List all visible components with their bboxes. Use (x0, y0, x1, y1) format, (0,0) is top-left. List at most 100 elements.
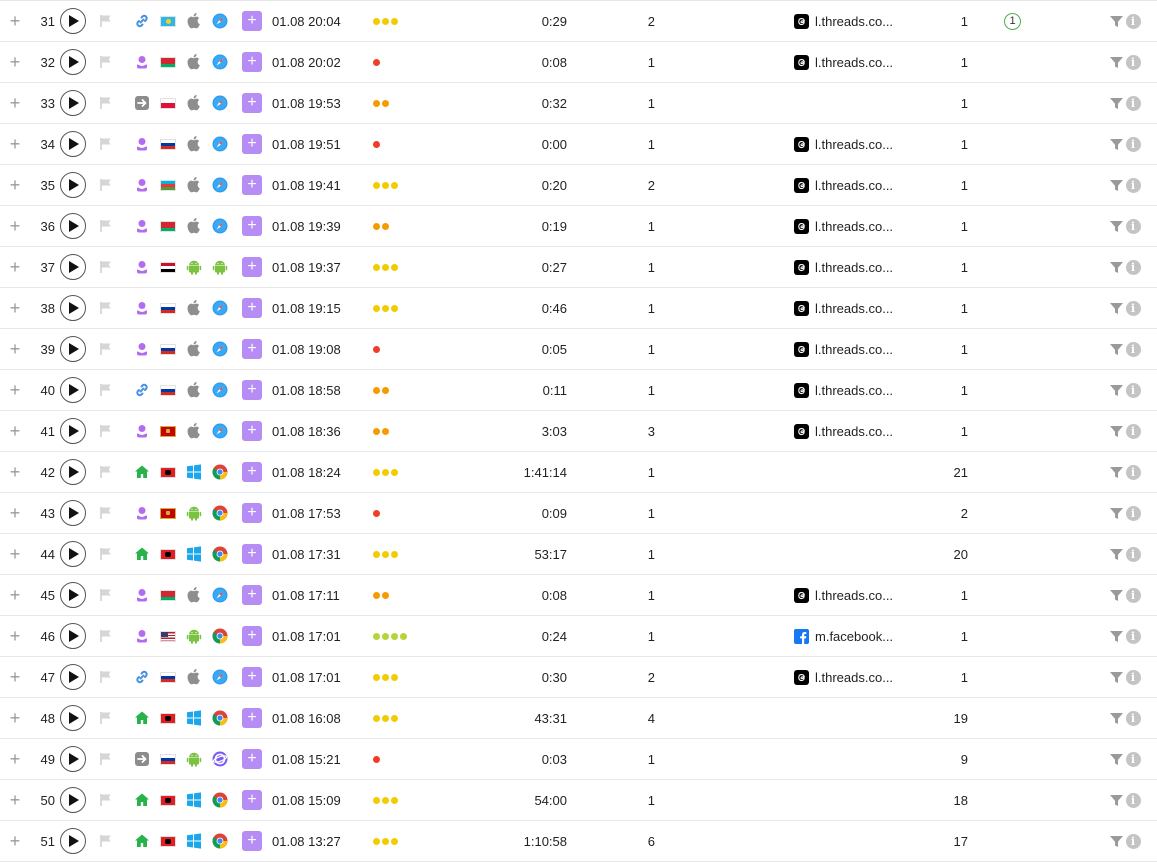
flag-marker-icon[interactable] (98, 780, 114, 820)
expand-plus-icon[interactable]: + (8, 247, 22, 287)
expand-plus-icon[interactable]: + (8, 370, 22, 410)
expand-plus-icon[interactable]: + (8, 616, 22, 656)
table-row[interactable]: +36 +01.08 19:39 0:19 1 l.threads.co... 1 i (0, 206, 1157, 247)
play-recording-button[interactable] (60, 377, 86, 403)
add-button[interactable]: + (242, 462, 262, 482)
filter-icon[interactable] (1109, 83, 1123, 123)
table-row[interactable]: +48 +01.08 16:08 43:31 4 19 i (0, 698, 1157, 739)
info-icon[interactable]: i (1125, 546, 1141, 562)
table-row[interactable]: +45 +01.08 17:11 0:08 1 l.threads.co... 1 i (0, 575, 1157, 616)
table-row[interactable]: +32 +01.08 20:02 0:08 1 l.threads.co... 1 i (0, 42, 1157, 83)
add-button[interactable]: + (242, 790, 262, 810)
info-icon[interactable]: i (1125, 95, 1141, 111)
flag-marker-icon[interactable] (98, 42, 114, 82)
referrer-link[interactable]: l.threads.co... (794, 1, 914, 41)
info-icon[interactable]: i (1125, 13, 1141, 29)
filter-icon[interactable] (1109, 493, 1123, 533)
table-row[interactable]: +49 +01.08 15:21 0:03 1 9 i (0, 739, 1157, 780)
table-row[interactable]: +37 +01.08 19:37 0:27 1 l.threads.co... 1 i (0, 247, 1157, 288)
play-recording-button[interactable] (60, 500, 86, 526)
filter-icon[interactable] (1109, 1, 1123, 41)
table-row[interactable]: +51 +01.08 13:27 1:10:58 6 17 i (0, 821, 1157, 862)
play-recording-button[interactable] (60, 746, 86, 772)
expand-plus-icon[interactable]: + (8, 780, 22, 820)
info-icon[interactable]: i (1125, 710, 1141, 726)
flag-marker-icon[interactable] (98, 698, 114, 738)
add-button[interactable]: + (242, 708, 262, 728)
expand-plus-icon[interactable]: + (8, 493, 22, 533)
play-recording-button[interactable] (60, 49, 86, 75)
play-recording-button[interactable] (60, 8, 86, 34)
filter-icon[interactable] (1109, 206, 1123, 246)
filter-icon[interactable] (1109, 42, 1123, 82)
info-icon[interactable]: i (1125, 792, 1141, 808)
filter-icon[interactable] (1109, 411, 1123, 451)
play-recording-button[interactable] (60, 295, 86, 321)
add-button[interactable]: + (242, 667, 262, 687)
table-row[interactable]: +46 +01.08 17:01 0:24 1 m.facebook... 1 i (0, 616, 1157, 657)
expand-plus-icon[interactable]: + (8, 329, 22, 369)
add-button[interactable]: + (242, 339, 262, 359)
play-recording-button[interactable] (60, 828, 86, 854)
add-button[interactable]: + (242, 380, 262, 400)
info-icon[interactable]: i (1125, 382, 1141, 398)
filter-icon[interactable] (1109, 370, 1123, 410)
filter-icon[interactable] (1109, 698, 1123, 738)
referrer-link[interactable]: l.threads.co... (794, 575, 914, 615)
play-recording-button[interactable] (60, 131, 86, 157)
add-button[interactable]: + (242, 626, 262, 646)
referrer-link[interactable]: l.threads.co... (794, 329, 914, 369)
expand-plus-icon[interactable]: + (8, 206, 22, 246)
flag-marker-icon[interactable] (98, 124, 114, 164)
info-icon[interactable]: i (1125, 136, 1141, 152)
info-icon[interactable]: i (1125, 751, 1141, 767)
info-icon[interactable]: i (1125, 423, 1141, 439)
referrer-link[interactable]: l.threads.co... (794, 165, 914, 205)
flag-marker-icon[interactable] (98, 575, 114, 615)
play-recording-button[interactable] (60, 787, 86, 813)
play-recording-button[interactable] (60, 582, 86, 608)
add-button[interactable]: + (242, 544, 262, 564)
filter-icon[interactable] (1109, 657, 1123, 697)
flag-marker-icon[interactable] (98, 493, 114, 533)
table-row[interactable]: +50 +01.08 15:09 54:00 1 18 i (0, 780, 1157, 821)
expand-plus-icon[interactable]: + (8, 124, 22, 164)
table-row[interactable]: +33 +01.08 19:53 0:32 1 1 i (0, 83, 1157, 124)
flag-marker-icon[interactable] (98, 1, 114, 41)
referrer-link[interactable]: l.threads.co... (794, 206, 914, 246)
filter-icon[interactable] (1109, 247, 1123, 287)
expand-plus-icon[interactable]: + (8, 821, 22, 861)
info-icon[interactable]: i (1125, 259, 1141, 275)
referrer-link[interactable]: l.threads.co... (794, 411, 914, 451)
expand-plus-icon[interactable]: + (8, 698, 22, 738)
play-recording-button[interactable] (60, 623, 86, 649)
add-button[interactable]: + (242, 216, 262, 236)
add-button[interactable]: + (242, 749, 262, 769)
table-row[interactable]: +40 +01.08 18:58 0:11 1 l.threads.co... 1 i (0, 370, 1157, 411)
expand-plus-icon[interactable]: + (8, 288, 22, 328)
filter-icon[interactable] (1109, 165, 1123, 205)
flag-marker-icon[interactable] (98, 165, 114, 205)
table-row[interactable]: +34 +01.08 19:51 0:00 1 l.threads.co... 1 i (0, 124, 1157, 165)
table-row[interactable]: +47 +01.08 17:01 0:30 2 l.threads.co... 1 i (0, 657, 1157, 698)
play-recording-button[interactable] (60, 172, 86, 198)
play-recording-button[interactable] (60, 213, 86, 239)
referrer-link[interactable]: l.threads.co... (794, 42, 914, 82)
expand-plus-icon[interactable]: + (8, 1, 22, 41)
add-button[interactable]: + (242, 421, 262, 441)
expand-plus-icon[interactable]: + (8, 411, 22, 451)
expand-plus-icon[interactable]: + (8, 452, 22, 492)
play-recording-button[interactable] (60, 254, 86, 280)
referrer-link[interactable]: m.facebook... (794, 616, 914, 656)
info-icon[interactable]: i (1125, 669, 1141, 685)
table-row[interactable]: +39 +01.08 19:08 0:05 1 l.threads.co... 1 i (0, 329, 1157, 370)
filter-icon[interactable] (1109, 739, 1123, 779)
play-recording-button[interactable] (60, 664, 86, 690)
filter-icon[interactable] (1109, 575, 1123, 615)
add-button[interactable]: + (242, 52, 262, 72)
referrer-link[interactable]: l.threads.co... (794, 288, 914, 328)
play-recording-button[interactable] (60, 705, 86, 731)
info-icon[interactable]: i (1125, 300, 1141, 316)
info-icon[interactable]: i (1125, 177, 1141, 193)
flag-marker-icon[interactable] (98, 739, 114, 779)
